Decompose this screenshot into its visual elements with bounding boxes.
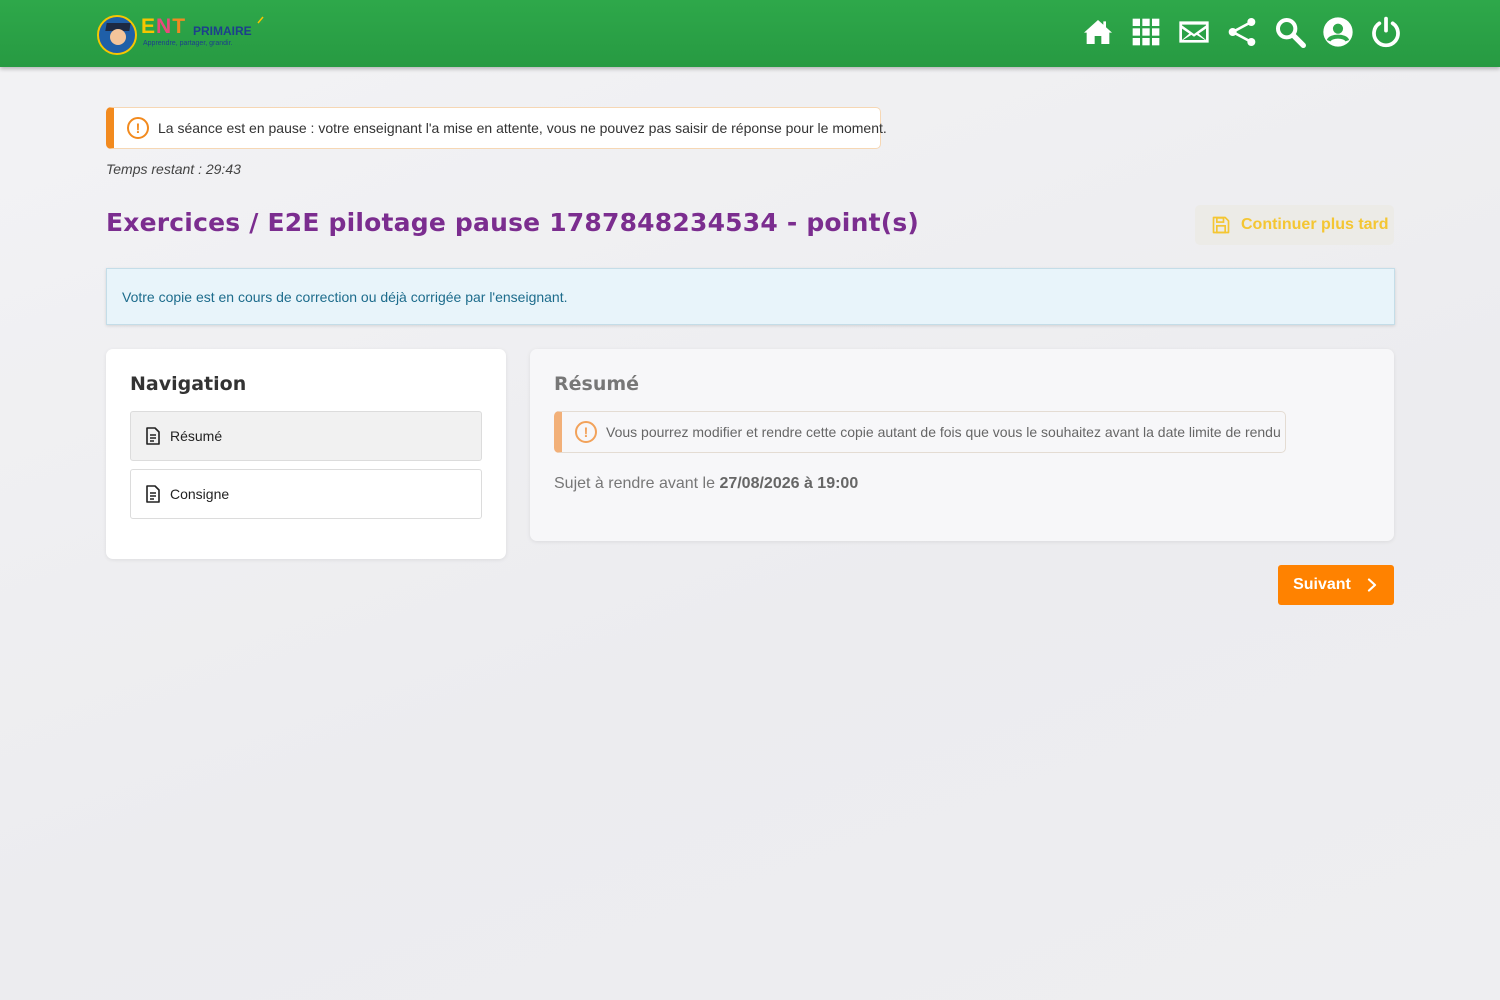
pause-alert: ! La séance est en pause : votre enseign… bbox=[106, 107, 887, 149]
share-icon[interactable] bbox=[1226, 15, 1258, 49]
logo-spark-icon bbox=[257, 16, 265, 24]
remaining-time: Temps restant : 29:43 bbox=[106, 161, 241, 177]
search-icon[interactable] bbox=[1274, 15, 1306, 49]
logo-ent-text: ENT bbox=[141, 15, 187, 38]
header-nav bbox=[1082, 15, 1402, 49]
navigation-card: Navigation Résumé Consigne bbox=[106, 349, 506, 559]
logo-badge-icon bbox=[97, 15, 137, 55]
summary-title: Résumé bbox=[554, 373, 640, 395]
nav-item-label: Résumé bbox=[170, 428, 223, 444]
logo-tagline: Apprendre, partager, grandir. bbox=[143, 40, 233, 47]
due-date-prefix: Sujet à rendre avant le bbox=[554, 475, 720, 492]
summary-alert: ! Vous pourrez modifier et rendre cette … bbox=[554, 411, 1286, 453]
mail-icon[interactable] bbox=[1178, 15, 1210, 49]
nav-item-label: Consigne bbox=[170, 486, 230, 502]
pause-alert-text: La séance est en pause : votre enseignan… bbox=[158, 120, 887, 136]
document-icon bbox=[146, 485, 160, 503]
home-icon[interactable] bbox=[1082, 15, 1114, 49]
account-icon[interactable] bbox=[1322, 15, 1354, 49]
page-title: Exercices / E2E pilotage pause 178784823… bbox=[106, 208, 920, 237]
ent-logo[interactable]: ENT PRIMAIRE Apprendre, partager, grandi… bbox=[97, 13, 272, 55]
save-icon bbox=[1212, 216, 1230, 234]
summary-card: Résumé ! Vous pourrez modifier et rendre… bbox=[530, 349, 1394, 541]
navigation-title: Navigation bbox=[130, 373, 247, 395]
summary-alert-text: Vous pourrez modifier et rendre cette co… bbox=[606, 424, 1281, 440]
next-button-label: Suivant bbox=[1293, 576, 1351, 593]
document-icon bbox=[146, 427, 160, 445]
power-icon[interactable] bbox=[1370, 15, 1402, 49]
continue-later-label: Continuer plus tard bbox=[1241, 216, 1389, 233]
top-bar: ENT PRIMAIRE Apprendre, partager, grandi… bbox=[0, 0, 1500, 67]
nav-item-resume[interactable]: Résumé bbox=[130, 411, 482, 461]
exclamation-circle-icon: ! bbox=[575, 421, 597, 443]
correction-info-text: Votre copie est en cours de correction o… bbox=[122, 288, 568, 305]
due-date-value: 27/08/2026 à 19:00 bbox=[719, 475, 859, 492]
continue-later-button[interactable]: Continuer plus tard bbox=[1195, 205, 1394, 245]
logo-primaire-text: PRIMAIRE bbox=[193, 24, 252, 38]
correction-info-box: Votre copie est en cours de correction o… bbox=[106, 268, 1395, 325]
due-date-line: Sujet à rendre avant le 27/08/2026 à 19:… bbox=[554, 475, 858, 493]
exclamation-circle-icon: ! bbox=[127, 117, 149, 139]
next-button[interactable]: Suivant bbox=[1278, 565, 1394, 605]
chevron-right-icon bbox=[1367, 578, 1376, 592]
apps-grid-icon[interactable] bbox=[1130, 15, 1162, 49]
nav-item-consigne[interactable]: Consigne bbox=[130, 469, 482, 519]
